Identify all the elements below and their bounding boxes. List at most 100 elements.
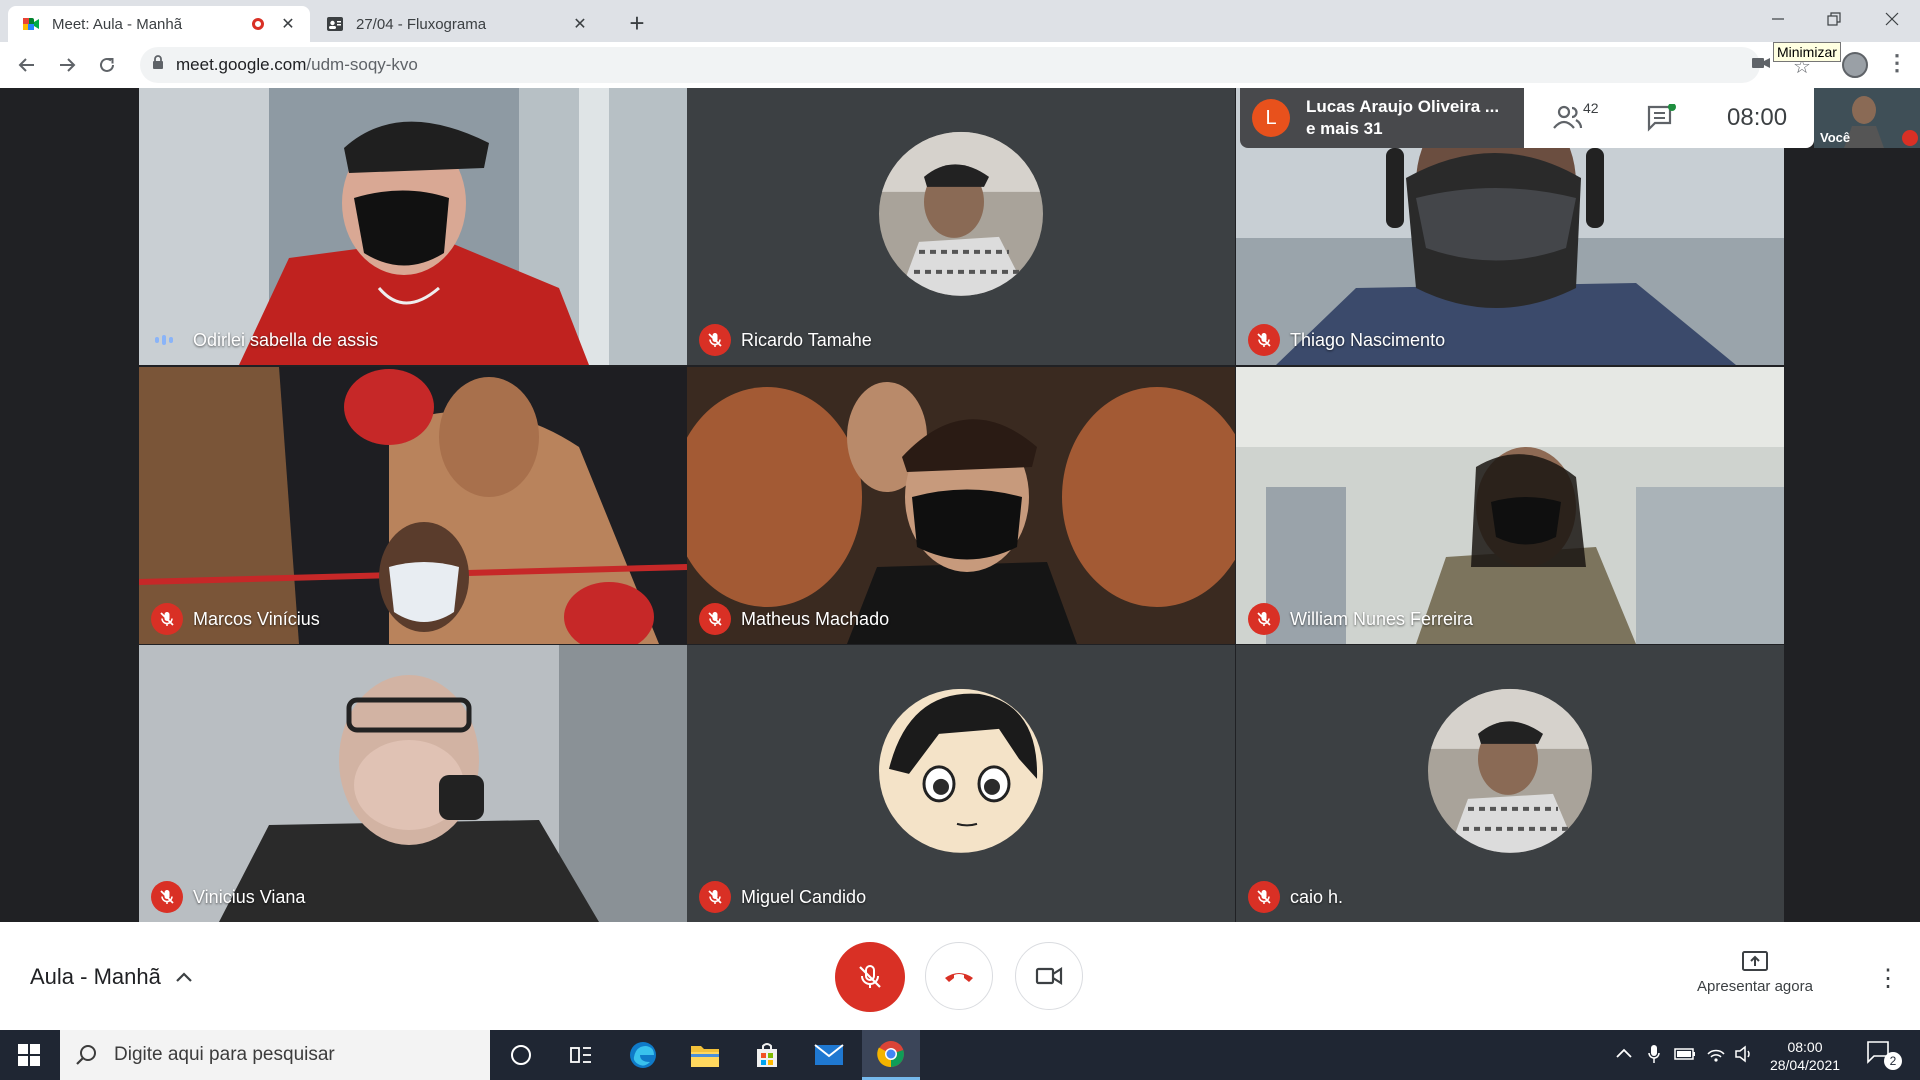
- forward-button[interactable]: [52, 50, 82, 80]
- restore-window-button[interactable]: [1806, 0, 1862, 38]
- participants-count: 42: [1583, 100, 1599, 116]
- back-button[interactable]: [12, 50, 42, 80]
- participant-video: [139, 367, 687, 644]
- url-path: /udm-soqy-kvo: [306, 55, 418, 74]
- reload-button[interactable]: [92, 50, 122, 80]
- participants-button[interactable]: 42: [1553, 100, 1599, 130]
- mic-off-icon: [1248, 881, 1280, 913]
- participant-video: [687, 367, 1235, 644]
- browser-tab-bar: Meet: Aula - Manhã ✕ 27/04 - Fluxograma …: [0, 0, 1920, 42]
- meeting-controls: Aula - Manhã Apresentar agora ⋮: [0, 922, 1920, 1030]
- reload-icon: [100, 57, 114, 72]
- notification-count-badge: 2: [1884, 1052, 1902, 1070]
- meet-favicon-icon: [22, 15, 40, 33]
- store-icon: [757, 1043, 777, 1067]
- participant-name: Odirlei sabella de assis: [193, 330, 379, 350]
- present-now-button[interactable]: Apresentar agora: [1670, 950, 1840, 995]
- present-now-label: Apresentar agora: [1697, 978, 1813, 995]
- participant-video: [1236, 367, 1784, 644]
- address-bar[interactable]: meet.google.com/udm-soqy-kvo: [140, 47, 1760, 83]
- file-explorer-button[interactable]: [676, 1030, 734, 1080]
- mic-off-icon: [699, 324, 731, 356]
- minimize-window-button[interactable]: [1750, 0, 1806, 38]
- tab-meet[interactable]: Meet: Aula - Manhã ✕: [8, 6, 310, 42]
- participant-tile[interactable]: caio h.: [1236, 645, 1784, 922]
- self-view-tile[interactable]: Você: [1814, 88, 1920, 148]
- toggle-camera-button[interactable]: [1015, 942, 1083, 1010]
- presenter-name: Lucas Araujo Oliveira ...: [1306, 97, 1500, 116]
- meeting-stage: Odirlei sabella de assis Ricardo Tamahe …: [0, 88, 1920, 922]
- camera-in-use-icon[interactable]: [1752, 56, 1770, 75]
- chrome-taskbar-button[interactable]: [862, 1030, 920, 1080]
- arrow-left-icon: [18, 58, 34, 72]
- participant-tile[interactable]: Vinicius Viana: [139, 645, 687, 922]
- classroom-favicon-icon: [326, 15, 344, 33]
- participant-name: Thiago Nascimento: [1290, 330, 1446, 350]
- more-options-icon[interactable]: ⋮: [1876, 964, 1900, 993]
- participant-avatar: [879, 131, 1043, 296]
- close-tab-icon[interactable]: ✕: [570, 14, 590, 34]
- mic-off-icon: [1902, 130, 1918, 146]
- microphone-in-use-icon[interactable]: [1648, 1044, 1660, 1069]
- participant-name: Matheus Machado: [741, 609, 890, 629]
- close-tab-icon[interactable]: ✕: [278, 14, 298, 34]
- mail-icon: [814, 1044, 844, 1065]
- toggle-mic-button[interactable]: [835, 942, 905, 1012]
- search-icon: [76, 1045, 96, 1065]
- url-text: meet.google.com/udm-soqy-kvo: [176, 55, 418, 75]
- chrome-menu-icon[interactable]: ⋮: [1886, 50, 1908, 76]
- notifications-button[interactable]: 2: [1866, 1040, 1906, 1072]
- close-window-button[interactable]: [1864, 0, 1920, 38]
- new-tab-button[interactable]: +: [620, 8, 654, 38]
- close-icon: [1885, 12, 1899, 26]
- arrow-right-icon: [60, 58, 76, 72]
- present-screen-icon: [1742, 951, 1768, 971]
- task-view-button[interactable]: [552, 1030, 610, 1080]
- presenter-info[interactable]: L Lucas Araujo Oliveira ... e mais 31: [1240, 88, 1524, 148]
- participant-name: caio h.: [1290, 887, 1344, 907]
- chat-icon: [1647, 103, 1676, 132]
- hang-up-icon: [945, 973, 973, 982]
- taskbar-search[interactable]: Digite aqui para pesquisar: [60, 1030, 490, 1080]
- chevron-up-icon: [176, 972, 192, 982]
- participant-name: William Nunes Ferreira: [1290, 609, 1474, 629]
- minimize-icon: [1772, 18, 1784, 20]
- battery-icon[interactable]: [1674, 1047, 1696, 1066]
- store-button[interactable]: [738, 1030, 796, 1080]
- meeting-info-bar: L Lucas Araujo Oliveira ... e mais 31 42…: [1240, 88, 1814, 148]
- chrome-icon: [877, 1040, 904, 1067]
- tab-fluxograma[interactable]: 27/04 - Fluxograma ✕: [312, 6, 602, 42]
- wifi-icon[interactable]: [1706, 1044, 1726, 1067]
- edge-icon: [630, 1042, 656, 1068]
- tab-title: 27/04 - Fluxograma: [356, 15, 487, 33]
- participant-video: [139, 88, 687, 365]
- task-view-icon: [570, 1047, 591, 1063]
- participant-tile[interactable]: Miguel Candido: [687, 645, 1235, 922]
- leave-call-button[interactable]: [925, 942, 993, 1010]
- taskbar-date: 28/04/2021: [1769, 1057, 1841, 1073]
- participant-tile[interactable]: Ricardo Tamahe: [687, 88, 1235, 365]
- participant-avatar: [879, 688, 1043, 853]
- tray-expand-chevron-up-icon[interactable]: [1616, 1045, 1632, 1063]
- mail-button[interactable]: [800, 1030, 858, 1080]
- chat-button[interactable]: [1646, 103, 1676, 137]
- participant-tile[interactable]: Marcos Vinícius: [139, 367, 687, 644]
- edge-taskbar-button[interactable]: [614, 1030, 672, 1080]
- profile-avatar[interactable]: [1842, 52, 1868, 78]
- restore-icon: [1827, 12, 1841, 26]
- meeting-details-button[interactable]: Aula - Manhã: [30, 964, 193, 990]
- mic-off-icon: [699, 881, 731, 913]
- taskbar-clock[interactable]: 08:00 28/04/2021: [1750, 1038, 1860, 1074]
- start-button[interactable]: [0, 1030, 58, 1080]
- people-icon: [1553, 105, 1583, 129]
- search-placeholder: Digite aqui para pesquisar: [114, 1044, 335, 1065]
- participant-tile[interactable]: Matheus Machado: [687, 367, 1235, 644]
- participant-name: Vinicius Viana: [193, 887, 306, 907]
- taskbar-time: 08:00: [1787, 1039, 1823, 1055]
- mic-off-icon: [1248, 603, 1280, 635]
- mic-off-icon: [859, 965, 881, 988]
- windows-taskbar: Digite aqui para pesquisar 08:00 28/04/2…: [0, 1030, 1920, 1080]
- participant-tile[interactable]: Odirlei sabella de assis: [139, 88, 687, 365]
- cortana-button[interactable]: [492, 1030, 550, 1080]
- participant-tile[interactable]: William Nunes Ferreira: [1236, 367, 1784, 644]
